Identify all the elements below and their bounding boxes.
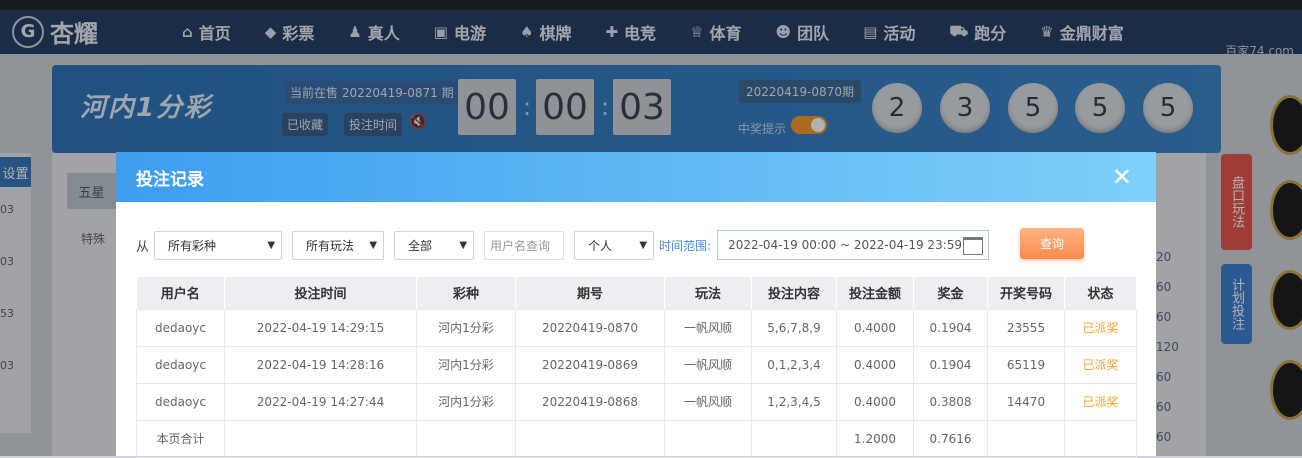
table-cell: 2022-04-19 14:28:16 [224,345,417,384]
status-cell: 已派奖 [1064,382,1137,421]
close-icon[interactable]: ✕ [1112,163,1132,191]
status-cell: 已派奖 [1064,308,1137,347]
column-header: 彩种 [416,277,516,309]
table-cell: 0.4000 [836,308,914,347]
table-cell: 河内1分彩 [416,345,516,384]
table-cell: 0.4000 [836,345,914,384]
table-cell: 14470 [987,382,1065,421]
modal-header: 投注记录 ✕ [116,152,1156,202]
table-cell: 0.1904 [913,345,988,384]
table-cell: 5,6,7,8,9 [751,308,837,347]
table-cell: 20220419-0870 [515,308,665,347]
status-select-value: 全部 [408,238,433,253]
column-header: 用户名 [136,277,225,309]
table-cell: 0.4000 [836,382,914,421]
chevron-down-icon: ▼ [639,239,648,251]
modal-title: 投注记录 [136,169,204,190]
table-cell: 一帆风顺 [664,308,752,347]
subtotal-row: 本页合计 1.2000 0.7616 [136,419,1137,458]
query-button[interactable]: 查询 [1020,228,1084,259]
calendar-icon[interactable] [963,237,984,255]
scope-select[interactable]: 个人 ▼ [574,230,655,260]
table-cell: 河内1分彩 [416,308,516,347]
lottery-select-value: 所有彩种 [168,238,217,253]
table-cell: 一帆风顺 [664,345,752,384]
table-header-row: 用户名 投注时间 彩种 期号 玩法 投注内容 投注金额 奖金 开奖号码 状态 [136,277,1137,309]
subtotal-cell [1064,419,1137,458]
column-header: 投注内容 [751,277,837,309]
column-header: 状态 [1064,277,1137,309]
column-header: 投注金额 [836,277,914,309]
bet-record-table: 用户名 投注时间 彩种 期号 玩法 投注内容 投注金额 奖金 开奖号码 状态 dedaoyc 202… [136,277,1137,458]
play-select-value: 所有玩法 [306,238,355,253]
table-cell: 23555 [987,308,1065,347]
table-cell: dedaoyc [136,382,225,421]
subtotal-cell [224,419,417,458]
table-row[interactable]: dedaoyc 2022-04-19 14:27:44 河内1分彩 20220419-… [136,382,1137,421]
table-cell: 1,2,3,4,5 [751,382,837,421]
subtotal-cell [416,419,516,458]
chevron-down-icon: ▼ [267,239,276,251]
column-header: 玩法 [664,277,752,309]
time-range-label: 时间范围: [659,238,712,253]
table-cell: 0.3808 [913,382,988,421]
subtotal-cell: 1.2000 [836,419,914,458]
subtotal-cell: 本页合计 [136,419,225,458]
status-cell: 已派奖 [1064,345,1137,384]
date-range-input[interactable]: 2022-04-19 00:00 ~ 2022-04-19 23:59 [717,230,990,260]
play-select[interactable]: 所有玩法 ▼ [292,230,385,260]
table-cell: 20220419-0869 [515,345,665,384]
column-header: 期号 [515,277,665,309]
date-range-value: 2022-04-19 00:00 ~ 2022-04-19 23:59 [728,238,963,252]
lottery-select[interactable]: 所有彩种 ▼ [154,230,283,260]
table-cell: 河内1分彩 [416,382,516,421]
column-header: 投注时间 [224,277,417,309]
table-cell: 0,1,2,3,4 [751,345,837,384]
table-cell: 2022-04-19 14:27:44 [224,382,417,421]
from-label: 从 [136,239,150,255]
subtotal-cell: 0.7616 [913,419,988,458]
bet-record-modal: 投注记录 ✕ 从 所有彩种 ▼ 所有玩法 ▼ 全部 ▼ 用户名查询 个人 ▼ 时间范围:… [116,152,1156,458]
table-row[interactable]: dedaoyc 2022-04-19 14:29:15 河内1分彩 20220419-… [136,308,1137,347]
column-header: 奖金 [913,277,988,309]
table-cell: 0.1904 [913,308,988,347]
scope-select-value: 个人 [588,238,613,253]
table-cell: 65119 [987,345,1065,384]
subtotal-cell [515,419,665,458]
table-cell: dedaoyc [136,308,225,347]
column-header: 开奖号码 [987,277,1065,309]
chevron-down-icon: ▼ [459,239,468,251]
filter-bar: 从 所有彩种 ▼ 所有玩法 ▼ 全部 ▼ 用户名查询 个人 ▼ 时间范围: 2022-0… [136,230,990,260]
table-cell: 20220419-0868 [515,382,665,421]
subtotal-cell [987,419,1065,458]
status-select[interactable]: 全部 ▼ [394,230,475,260]
chevron-down-icon: ▼ [369,239,378,251]
subtotal-cell [664,419,752,458]
table-body: dedaoyc 2022-04-19 14:29:15 河内1分彩 20220419-… [136,308,1137,458]
table-cell: 2022-04-19 14:29:15 [224,308,417,347]
username-input[interactable]: 用户名查询 [484,230,565,260]
subtotal-cell [751,419,837,458]
table-cell: 一帆风顺 [664,382,752,421]
table-row[interactable]: dedaoyc 2022-04-19 14:28:16 河内1分彩 20220419-… [136,345,1137,384]
table-cell: dedaoyc [136,345,225,384]
